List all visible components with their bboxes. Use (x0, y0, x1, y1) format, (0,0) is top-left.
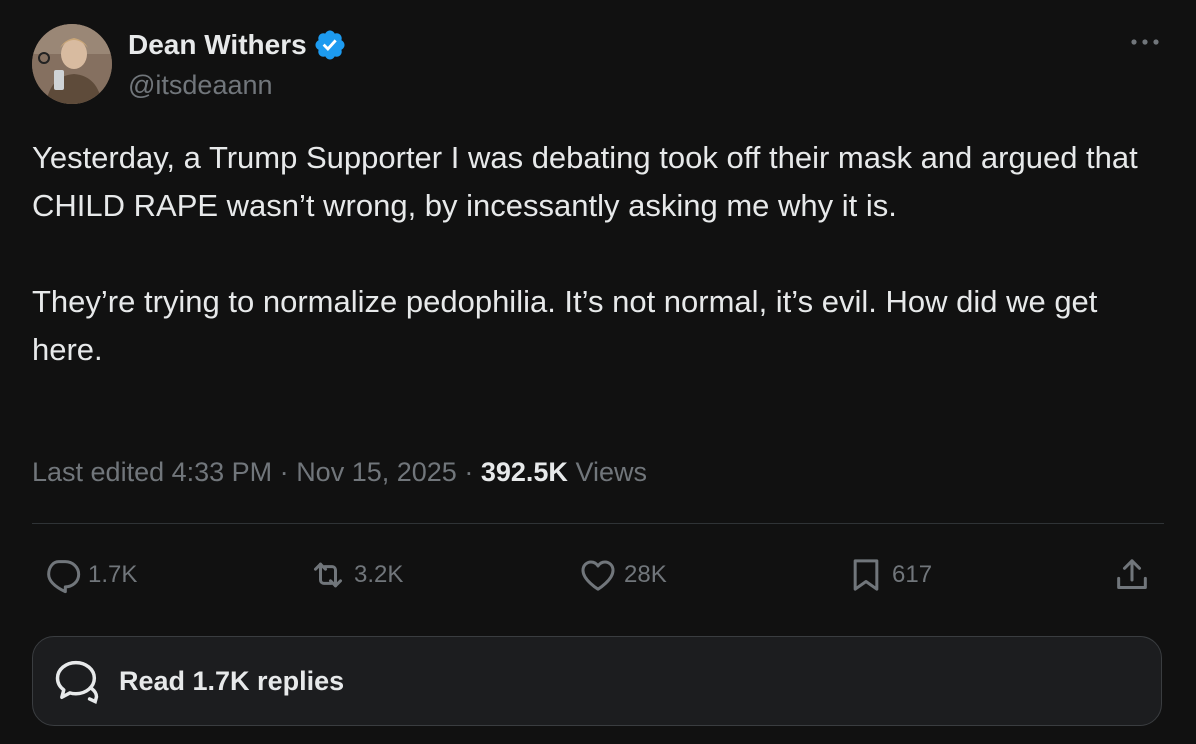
bookmark-count: 617 (892, 561, 933, 588)
heart-icon (578, 555, 618, 595)
reply-button[interactable]: 1.7K (42, 552, 137, 598)
bookmark-button[interactable]: 617 (846, 552, 932, 598)
meta-separator: · (464, 457, 474, 487)
views-count: 392.5K (480, 457, 568, 487)
avatar-image (32, 24, 112, 104)
edited-timestamp[interactable]: Last edited 4:33 PM (32, 457, 272, 487)
verified-badge-icon (313, 28, 347, 62)
tweet-meta: Last edited 4:33 PM · Nov 15, 2025 · 392… (32, 452, 647, 492)
reply-icon (42, 555, 82, 595)
meta-separator: · (279, 457, 289, 487)
read-replies-button[interactable]: Read 1.7K replies (32, 636, 1162, 726)
tweet-card: Dean Withers @itsdeaann Yesterday, a Tru… (0, 0, 1196, 744)
views-label: Views (575, 457, 647, 487)
reply-count: 1.7K (88, 561, 138, 588)
chat-bubble-icon (51, 655, 103, 707)
more-options-icon[interactable] (1128, 30, 1162, 54)
author-name-row: Dean Withers (128, 26, 347, 64)
like-button[interactable]: 28K (578, 552, 667, 598)
repost-button[interactable]: 3.2K (308, 552, 403, 598)
read-replies-label: Read 1.7K replies (119, 665, 345, 696)
avatar[interactable] (32, 24, 112, 104)
author-handle[interactable]: @itsdeaann (128, 68, 273, 102)
like-count: 28K (624, 561, 667, 588)
tweet-paragraph: Yesterday, a Trump Supporter I was debat… (32, 140, 1147, 223)
tweet-date[interactable]: Nov 15, 2025 (296, 457, 457, 487)
bookmark-icon (846, 555, 886, 595)
author-display-name[interactable]: Dean Withers (128, 26, 307, 64)
repost-icon (308, 555, 348, 595)
action-bar: 1.7K 3.2K 28K 617 (32, 552, 1164, 598)
share-button[interactable] (1112, 552, 1152, 598)
repost-count: 3.2K (354, 561, 404, 588)
share-icon (1112, 555, 1152, 595)
tweet-paragraph: They’re trying to normalize pedophilia. … (32, 284, 1107, 367)
tweet-text: Yesterday, a Trump Supporter I was debat… (32, 134, 1152, 374)
divider (32, 523, 1164, 524)
